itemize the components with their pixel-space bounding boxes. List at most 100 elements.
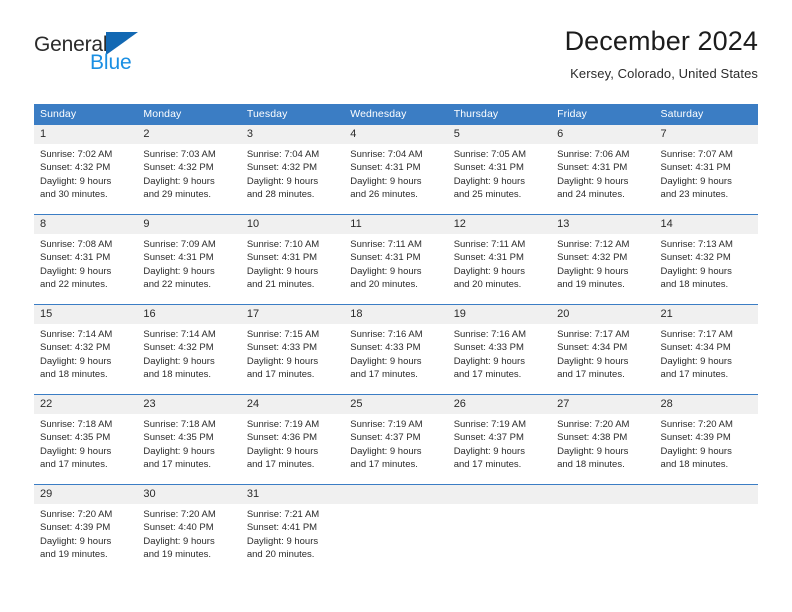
- calendar-weeks: 1 Sunrise: 7:02 AM Sunset: 4:32 PM Daylight…: [34, 125, 758, 574]
- calendar-day-cell[interactable]: 5 Sunrise: 7:05 AM Sunset: 4:31 PM Daylight…: [447, 125, 552, 214]
- calendar-week-row: 15 Sunrise: 7:14 AM Sunset: 4:32 PM Dayligh…: [34, 304, 758, 394]
- sunrise-text: Sunrise: 7:10 AM: [246, 239, 320, 250]
- day-number: 9: [143, 218, 150, 230]
- sunrise-text: Sunrise: 7:17 AM: [557, 329, 630, 340]
- calendar-day-cell[interactable]: 13 Sunrise: 7:12 AM Sunset: 4:32 PM Dayligh…: [551, 215, 655, 304]
- daylight-text-line2: and 23 minutes.: [660, 189, 729, 201]
- day-details: Sunrise: 7:19 AM Sunset: 4:36 PM Daylight:…: [241, 414, 344, 472]
- page-subtitle: Kersey, Colorado, United States: [570, 66, 758, 82]
- calendar-day-cell[interactable]: 24 Sunrise: 7:19 AM Sunset: 4:36 PM Dayligh…: [240, 395, 345, 484]
- daylight-text-line2: and 17 minutes.: [557, 369, 625, 381]
- day-details: Sunrise: 7:08 AM Sunset: 4:31 PM Daylight:…: [34, 234, 137, 292]
- calendar-day-cell[interactable]: 12 Sunrise: 7:11 AM Sunset: 4:31 PM Dayligh…: [447, 215, 552, 304]
- sunset-text: Sunset: 4:39 PM: [660, 432, 731, 444]
- day-number: 8: [40, 218, 47, 230]
- calendar-day-cell[interactable]: 18 Sunrise: 7:16 AM Sunset: 4:33 PM Dayligh…: [344, 305, 448, 394]
- calendar-day-cell[interactable]: 22 Sunrise: 7:18 AM Sunset: 4:35 PM Dayligh…: [34, 395, 138, 484]
- calendar-day-cell[interactable]: 8 Sunrise: 7:08 AM Sunset: 4:31 PM Daylight…: [34, 215, 138, 304]
- calendar-day-cell[interactable]: 2 Sunrise: 7:03 AM Sunset: 4:32 PM Daylight…: [137, 125, 241, 214]
- calendar-day-cell[interactable]: 21 Sunrise: 7:17 AM Sunset: 4:34 PM Dayligh…: [654, 305, 758, 394]
- calendar-day-cell[interactable]: 6 Sunrise: 7:06 AM Sunset: 4:31 PM Daylight…: [551, 125, 655, 214]
- calendar-day-cell[interactable]: 19 Sunrise: 7:16 AM Sunset: 4:33 PM Dayligh…: [447, 305, 552, 394]
- sunset-text: Sunset: 4:31 PM: [660, 162, 731, 174]
- daylight-text-line2: and 17 minutes.: [453, 369, 522, 381]
- day-number: 17: [246, 308, 260, 320]
- daylight-text-line1: Daylight: 9 hours: [246, 175, 319, 187]
- calendar-week-cells: 15 Sunrise: 7:14 AM Sunset: 4:32 PM Dayligh…: [34, 305, 758, 394]
- calendar-week-row: 29 Sunrise: 7:20 AM Sunset: 4:39 PM Dayligh…: [34, 484, 758, 574]
- dow-sunday: Sunday: [40, 108, 77, 120]
- daylight-text-line2: and 19 minutes.: [40, 549, 108, 561]
- day-details: Sunrise: 7:20 AM Sunset: 4:40 PM Daylight:…: [137, 504, 240, 562]
- day-number: 4: [350, 128, 357, 140]
- day-details: [448, 485, 551, 489]
- page-header: General Blue December 2024 Kersey, Color…: [0, 26, 792, 96]
- calendar-day-cell[interactable]: 26 Sunrise: 7:19 AM Sunset: 4:37 PM Dayligh…: [447, 395, 552, 484]
- sunset-text: Sunset: 4:31 PM: [350, 252, 421, 264]
- daylight-text-line1: Daylight: 9 hours: [350, 265, 422, 277]
- sunrise-text: Sunrise: 7:15 AM: [246, 329, 320, 340]
- daylight-text-line1: Daylight: 9 hours: [246, 355, 319, 367]
- daylight-text-line1: Daylight: 9 hours: [40, 265, 112, 277]
- calendar-day-cell[interactable]: 15 Sunrise: 7:14 AM Sunset: 4:32 PM Dayligh…: [34, 305, 138, 394]
- sunrise-text: Sunrise: 7:21 AM: [246, 509, 320, 520]
- day-details: Sunrise: 7:11 AM Sunset: 4:31 PM Daylight:…: [448, 234, 551, 292]
- calendar-day-cell[interactable]: 16 Sunrise: 7:14 AM Sunset: 4:32 PM Dayligh…: [137, 305, 241, 394]
- day-details: Sunrise: 7:11 AM Sunset: 4:31 PM Daylight:…: [344, 234, 447, 292]
- sunrise-text: Sunrise: 7:17 AM: [660, 329, 733, 340]
- day-number: 20: [557, 308, 570, 320]
- calendar-day-cell[interactable]: 20 Sunrise: 7:17 AM Sunset: 4:34 PM Dayligh…: [551, 305, 655, 394]
- calendar-day-cell[interactable]: 10 Sunrise: 7:10 AM Sunset: 4:31 PM Dayligh…: [240, 215, 345, 304]
- day-number: 13: [557, 218, 570, 230]
- daylight-text-line1: Daylight: 9 hours: [143, 355, 215, 367]
- calendar-day-cell[interactable]: 25 Sunrise: 7:19 AM Sunset: 4:37 PM Dayligh…: [344, 395, 448, 484]
- sunrise-text: Sunrise: 7:19 AM: [453, 419, 527, 430]
- sunrise-text: Sunrise: 7:20 AM: [660, 419, 733, 430]
- daylight-text-line2: and 20 minutes.: [350, 279, 418, 291]
- daylight-text-line1: Daylight: 9 hours: [453, 355, 525, 367]
- daylight-text-line2: and 26 minutes.: [350, 189, 418, 201]
- calendar-day-cell[interactable]: 30 Sunrise: 7:20 AM Sunset: 4:40 PM Dayligh…: [137, 485, 241, 574]
- calendar-day-cell[interactable]: 14 Sunrise: 7:13 AM Sunset: 4:32 PM Dayligh…: [654, 215, 758, 304]
- calendar-day-cell[interactable]: 23 Sunrise: 7:18 AM Sunset: 4:35 PM Dayligh…: [137, 395, 241, 484]
- calendar-day-cell[interactable]: 3 Sunrise: 7:04 AM Sunset: 4:32 PM Daylight…: [240, 125, 345, 214]
- calendar-day-cell-empty: [654, 485, 758, 574]
- daylight-text-line1: Daylight: 9 hours: [660, 355, 732, 367]
- day-number: 10: [246, 218, 260, 230]
- calendar-day-cell[interactable]: 31 Sunrise: 7:21 AM Sunset: 4:41 PM Dayligh…: [240, 485, 345, 574]
- calendar-day-cell[interactable]: 11 Sunrise: 7:11 AM Sunset: 4:31 PM Dayligh…: [344, 215, 448, 304]
- sunrise-text: Sunrise: 7:11 AM: [350, 239, 422, 250]
- dow-tuesday: Tuesday: [246, 108, 288, 120]
- day-details: Sunrise: 7:20 AM Sunset: 4:38 PM Daylight:…: [551, 414, 654, 472]
- sunset-text: Sunset: 4:32 PM: [40, 342, 111, 354]
- day-number: 26: [453, 398, 466, 410]
- day-details: Sunrise: 7:09 AM Sunset: 4:31 PM Daylight:…: [137, 234, 240, 292]
- day-details: Sunrise: 7:20 AM Sunset: 4:39 PM Daylight:…: [655, 414, 758, 472]
- daylight-text-line2: and 28 minutes.: [246, 189, 315, 201]
- day-number: 11: [350, 218, 362, 230]
- sunset-text: Sunset: 4:31 PM: [246, 252, 318, 264]
- daylight-text-line2: and 21 minutes.: [246, 279, 315, 291]
- calendar-day-cell[interactable]: 9 Sunrise: 7:09 AM Sunset: 4:31 PM Daylight…: [137, 215, 241, 304]
- day-details: Sunrise: 7:19 AM Sunset: 4:37 PM Daylight:…: [344, 414, 447, 472]
- calendar-week-cells: 29 Sunrise: 7:20 AM Sunset: 4:39 PM Dayligh…: [34, 485, 758, 574]
- sunrise-text: Sunrise: 7:07 AM: [660, 149, 733, 160]
- calendar-day-cell[interactable]: 27 Sunrise: 7:20 AM Sunset: 4:38 PM Dayligh…: [551, 395, 655, 484]
- calendar-day-cell[interactable]: 1 Sunrise: 7:02 AM Sunset: 4:32 PM Daylight…: [34, 125, 138, 214]
- sunrise-text: Sunrise: 7:13 AM: [660, 239, 733, 250]
- day-number: 12: [453, 218, 466, 230]
- day-number: 19: [453, 308, 466, 320]
- calendar-day-cell[interactable]: 28 Sunrise: 7:20 AM Sunset: 4:39 PM Dayligh…: [654, 395, 758, 484]
- calendar-day-cell[interactable]: 7 Sunrise: 7:07 AM Sunset: 4:31 PM Daylight…: [654, 125, 758, 214]
- sunset-text: Sunset: 4:31 PM: [453, 252, 524, 264]
- calendar-day-cell[interactable]: 17 Sunrise: 7:15 AM Sunset: 4:33 PM Dayligh…: [240, 305, 345, 394]
- day-details: Sunrise: 7:04 AM Sunset: 4:32 PM Daylight:…: [241, 144, 344, 202]
- sunset-text: Sunset: 4:32 PM: [246, 162, 318, 174]
- daylight-text-line2: and 29 minutes.: [143, 189, 212, 201]
- calendar-day-cell[interactable]: 4 Sunrise: 7:04 AM Sunset: 4:31 PM Daylight…: [344, 125, 448, 214]
- day-number: 28: [660, 398, 673, 410]
- calendar-day-cell[interactable]: 29 Sunrise: 7:20 AM Sunset: 4:39 PM Dayligh…: [34, 485, 138, 574]
- sunset-text: Sunset: 4:35 PM: [143, 432, 214, 444]
- dow-wednesday: Wednesday: [350, 108, 407, 120]
- day-details: Sunrise: 7:17 AM Sunset: 4:34 PM Daylight:…: [551, 324, 654, 382]
